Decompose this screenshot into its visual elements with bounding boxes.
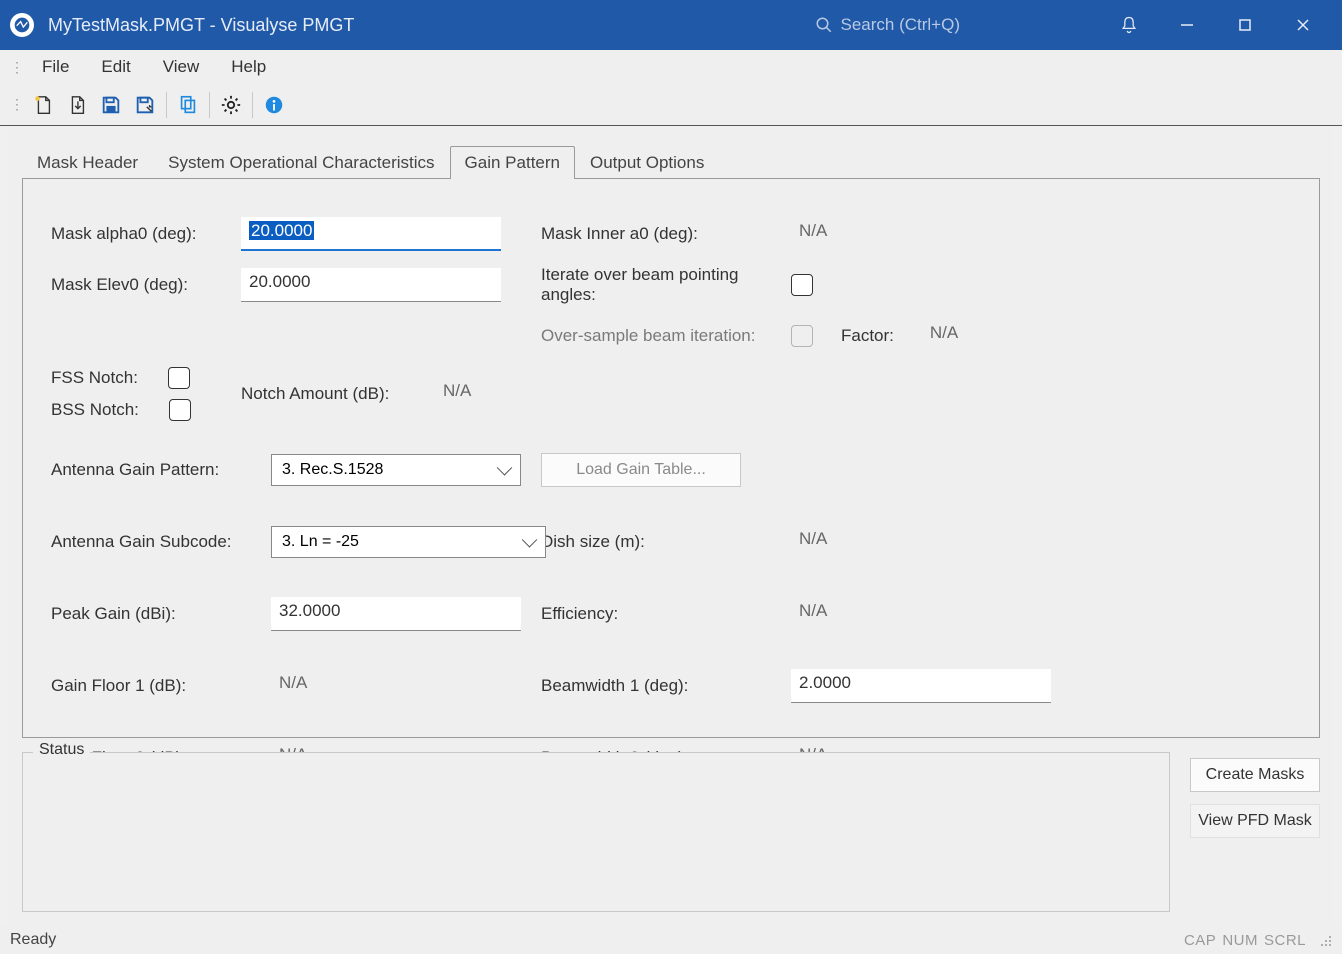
title-bar: MyTestMask.PMGT - Visualyse PMGT Search … xyxy=(0,0,1342,50)
tab-gain-pattern[interactable]: Gain Pattern xyxy=(450,146,575,179)
dish-size-input: N/A xyxy=(791,525,1051,559)
minimize-button[interactable] xyxy=(1158,0,1216,50)
status-scrl: SCRL xyxy=(1264,932,1306,949)
gain-pattern-panel: Mask alpha0 (deg): 20.0000 Mask Inner a0… xyxy=(22,178,1320,738)
status-bar: Ready CAP NUM SCRL xyxy=(0,926,1342,954)
efficiency-input: N/A xyxy=(791,597,1051,631)
toolbar-grip-icon: ⋮ xyxy=(6,96,26,113)
info-icon xyxy=(263,94,285,116)
efficiency-label: Efficiency: xyxy=(541,604,791,624)
save-icon xyxy=(100,94,122,116)
create-masks-button[interactable]: Create Masks xyxy=(1190,758,1320,792)
status-cap: CAP xyxy=(1184,932,1216,949)
bell-icon xyxy=(1119,15,1139,35)
save-as-button[interactable] xyxy=(128,88,162,122)
gear-icon xyxy=(220,94,242,116)
close-icon xyxy=(1295,17,1311,33)
mask-alpha0-label: Mask alpha0 (deg): xyxy=(51,224,241,244)
menu-view[interactable]: View xyxy=(147,53,216,81)
fss-notch-checkbox[interactable] xyxy=(168,367,190,389)
menu-file[interactable]: File xyxy=(26,53,85,81)
tab-output-options[interactable]: Output Options xyxy=(575,146,719,179)
notifications-button[interactable] xyxy=(1100,0,1158,50)
peak-gain-label: Peak Gain (dBi): xyxy=(51,604,241,624)
load-gain-table-button[interactable]: Load Gain Table... xyxy=(541,453,741,487)
toolbar: ⋮ xyxy=(0,84,1342,126)
mask-alpha0-input[interactable]: 20.0000 xyxy=(241,217,501,251)
peak-gain-input[interactable]: 32.0000 xyxy=(271,597,521,631)
gain-floor-1-input: N/A xyxy=(271,669,521,703)
copy-icon xyxy=(177,94,199,116)
content-area: Mask Header System Operational Character… xyxy=(8,126,1334,926)
iterate-over-beam-label: Iterate over beam pointing angles: xyxy=(541,265,791,305)
open-button[interactable] xyxy=(60,88,94,122)
new-button[interactable] xyxy=(26,88,60,122)
menubar-grip-icon: ⋮ xyxy=(6,59,26,76)
info-button[interactable] xyxy=(257,88,291,122)
save-button[interactable] xyxy=(94,88,128,122)
iterate-over-beam-checkbox[interactable] xyxy=(791,274,813,296)
tab-strip: Mask Header System Operational Character… xyxy=(22,144,1334,178)
menu-help[interactable]: Help xyxy=(215,53,282,81)
window-title: MyTestMask.PMGT - Visualyse PMGT xyxy=(48,15,354,36)
app-icon xyxy=(10,13,34,37)
notch-amount-input: N/A xyxy=(435,377,575,411)
mask-elev0-input[interactable]: 20.0000 xyxy=(241,268,501,302)
search-icon xyxy=(815,16,833,34)
tab-system-operational-characteristics[interactable]: System Operational Characteristics xyxy=(153,146,449,179)
search-placeholder: Search (Ctrl+Q) xyxy=(841,15,961,35)
beamwidth-1-label: Beamwidth 1 (deg): xyxy=(541,676,791,696)
status-group: Status xyxy=(22,752,1170,912)
mask-inner-a0-input: N/A xyxy=(791,217,1051,251)
bss-notch-checkbox[interactable] xyxy=(169,399,191,421)
antenna-gain-pattern-select[interactable]: 3. Rec.S.1528 xyxy=(271,454,521,486)
new-file-icon xyxy=(32,94,54,116)
over-sample-checkbox xyxy=(791,325,813,347)
copy-button[interactable] xyxy=(171,88,205,122)
menu-bar: ⋮ File Edit View Help xyxy=(0,50,1342,84)
antenna-gain-pattern-label: Antenna Gain Pattern: xyxy=(51,460,241,480)
dish-size-label: Dish size (m): xyxy=(541,532,791,552)
mask-inner-a0-label: Mask Inner a0 (deg): xyxy=(541,224,791,244)
over-sample-label: Over-sample beam iteration: xyxy=(541,326,791,346)
gain-floor-1-label: Gain Floor 1 (dB): xyxy=(51,676,241,696)
tab-mask-header[interactable]: Mask Header xyxy=(22,146,153,179)
factor-input: N/A xyxy=(922,319,1051,353)
save-as-icon xyxy=(134,94,156,116)
antenna-gain-subcode-select[interactable]: 3. Ln = -25 xyxy=(271,526,546,558)
maximize-button[interactable] xyxy=(1216,0,1274,50)
status-num: NUM xyxy=(1222,932,1258,949)
maximize-icon xyxy=(1237,17,1253,33)
status-group-label: Status xyxy=(33,741,90,759)
bss-notch-label: BSS Notch: xyxy=(51,400,139,420)
view-pfd-mask-button[interactable]: View PFD Mask xyxy=(1190,804,1320,838)
antenna-gain-subcode-label: Antenna Gain Subcode: xyxy=(51,532,241,552)
status-ready: Ready xyxy=(10,931,56,949)
beamwidth-1-input[interactable]: 2.0000 xyxy=(791,669,1051,703)
menu-edit[interactable]: Edit xyxy=(85,53,146,81)
resize-grip-icon[interactable] xyxy=(1318,933,1332,947)
notch-amount-label: Notch Amount (dB): xyxy=(241,384,411,404)
mask-elev0-label: Mask Elev0 (deg): xyxy=(51,275,241,295)
factor-label: Factor: xyxy=(841,326,894,346)
fss-notch-label: FSS Notch: xyxy=(51,368,138,388)
settings-button[interactable] xyxy=(214,88,248,122)
close-button[interactable] xyxy=(1274,0,1332,50)
search-box[interactable]: Search (Ctrl+Q) xyxy=(815,15,961,35)
minimize-icon xyxy=(1179,17,1195,33)
open-file-icon xyxy=(66,94,88,116)
